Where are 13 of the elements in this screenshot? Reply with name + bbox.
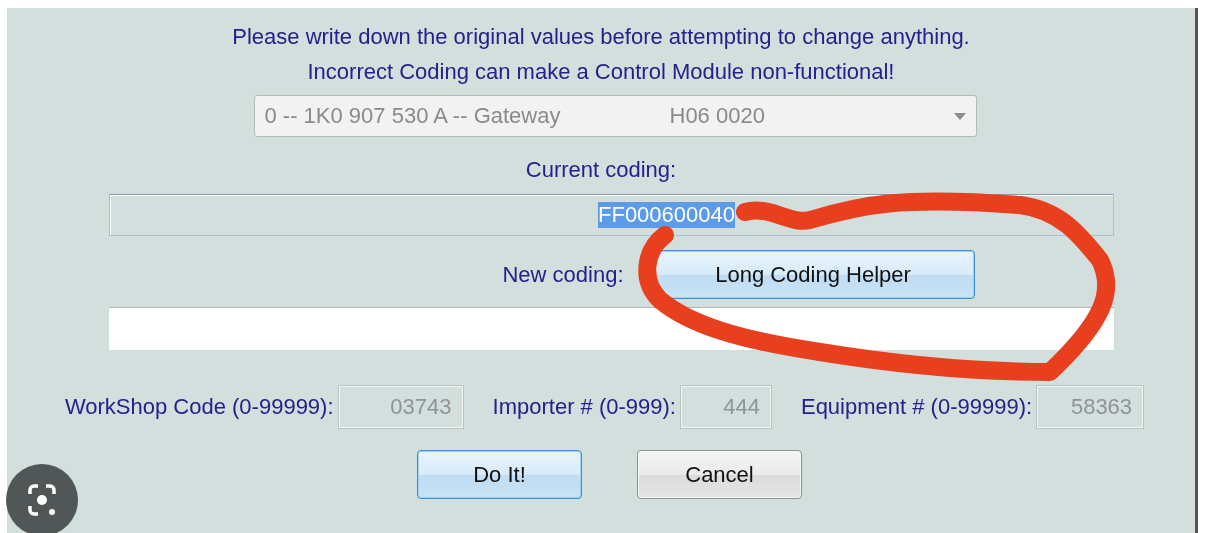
dropdown-caret-icon xyxy=(953,112,966,120)
code-label: Importer # (0-999): xyxy=(492,394,676,420)
code-label: Equipment # (0-99999): xyxy=(800,394,1033,420)
new-coding-label: New coding: xyxy=(502,261,624,288)
code-label: WorkShop Code (0-99999): xyxy=(64,394,334,420)
current-coding-label: Current coding: xyxy=(525,156,677,184)
current-coding-field[interactable]: FF000600040 xyxy=(109,194,1114,236)
cancel-button[interactable]: Cancel xyxy=(637,450,802,499)
warning-text: Please write down the original values before attempting to change anything. xyxy=(232,23,970,51)
new-coding-field[interactable] xyxy=(109,307,1114,350)
warning-text: Incorrect Coding can make a Control Module non-functional! xyxy=(307,58,895,86)
do-it-button[interactable]: Do It! xyxy=(417,450,582,499)
lens-icon[interactable] xyxy=(6,464,78,533)
